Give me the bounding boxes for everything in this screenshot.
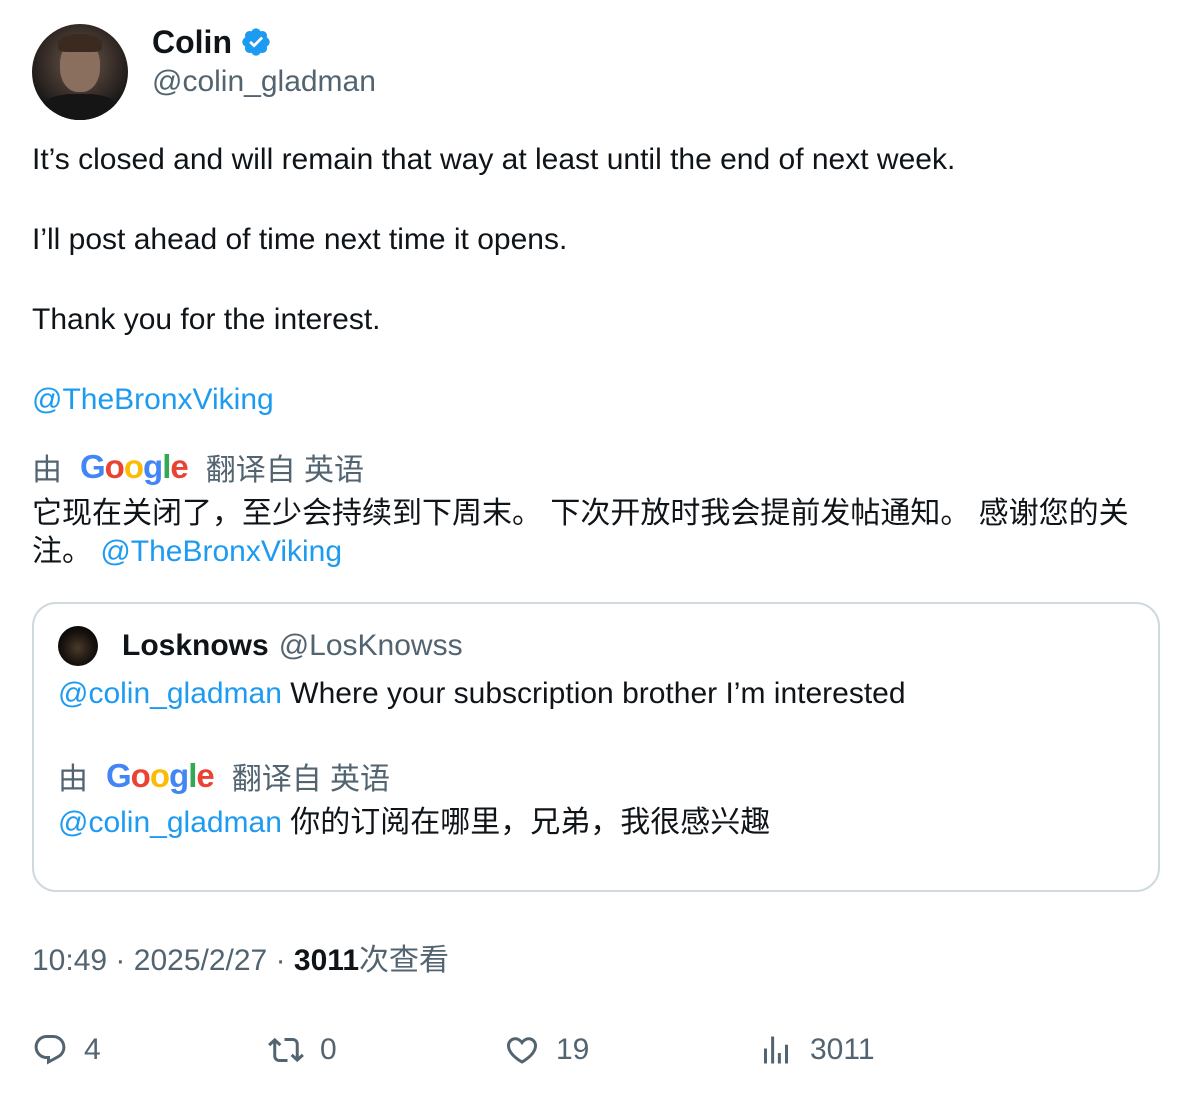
analytics-icon xyxy=(764,1036,788,1064)
reply-icon xyxy=(34,1035,66,1065)
mention-link[interactable]: @TheBronxViking xyxy=(100,535,342,568)
quote-display-name[interactable]: Losknows xyxy=(122,629,269,663)
tweet-text: It’s closed and will remain that way at … xyxy=(32,140,1162,420)
author-display-name[interactable]: Colin xyxy=(152,24,232,60)
views-button[interactable]: 3011 xyxy=(758,1028,875,1072)
translated-text: 它现在关闭了，至少会持续到下周末。 下次开放时我会提前发帖通知。 感谢您的关注。… xyxy=(32,495,1162,571)
views-action-count: 3011 xyxy=(810,1033,875,1066)
views-count: 3011 xyxy=(293,944,360,977)
tweet-paragraph: It’s closed and will remain that way at … xyxy=(32,143,956,176)
author-handle[interactable]: @colin_gladman xyxy=(152,60,376,104)
tweet-date[interactable]: 2025/2/27 xyxy=(134,944,267,977)
tweet-paragraph: Thank you for the interest. xyxy=(32,303,381,336)
quoted-tweet[interactable]: Losknows @LosKnowss @colin_gladman Where… xyxy=(32,602,1160,892)
retweet-button[interactable]: 0 xyxy=(268,1028,337,1072)
mention-link[interactable]: @TheBronxViking xyxy=(32,383,274,416)
tweet-author: Colin @colin_gladman xyxy=(32,24,376,120)
tweet-time[interactable]: 10:49 xyxy=(32,944,107,977)
reply-count: 4 xyxy=(84,1033,101,1066)
quote-avatar[interactable] xyxy=(58,626,98,666)
like-count: 19 xyxy=(556,1033,590,1066)
quote-handle[interactable]: @LosKnowss xyxy=(279,629,463,663)
google-logo[interactable]: Google xyxy=(106,757,215,795)
reply-button[interactable]: 4 xyxy=(32,1028,101,1072)
retweet-count: 0 xyxy=(320,1033,337,1066)
translated-by-prefix: 由 xyxy=(58,763,88,796)
translated-by-suffix: 翻译自 英语 xyxy=(231,763,391,796)
quote-translated-text-body: 你的订阅在哪里，兄弟，我很感兴趣 xyxy=(290,806,771,839)
mention-link[interactable]: @colin_gladman xyxy=(58,806,282,839)
meta-separator: · xyxy=(275,944,286,977)
author-avatar[interactable] xyxy=(32,24,128,120)
translation-block: 由 Google 翻译自 英语 它现在关闭了，至少会持续到下周末。 下次开放时我… xyxy=(32,447,1162,571)
tweet-paragraph: I’ll post ahead of time next time it ope… xyxy=(32,223,568,256)
quote-text: @colin_gladman Where your subscription b… xyxy=(58,674,906,714)
heart-icon xyxy=(506,1037,538,1064)
translated-by-suffix: 翻译自 英语 xyxy=(205,454,365,487)
quote-translation-block: 由 Google 翻译自 英语 @colin_gladman 你的订阅在哪里，兄… xyxy=(58,756,770,842)
meta-separator: · xyxy=(115,944,126,977)
google-logo[interactable]: Google xyxy=(80,448,189,486)
tweet-meta: 10:49 · 2025/2/27 · 3011次查看 xyxy=(32,941,449,981)
verified-badge-icon xyxy=(242,28,270,56)
retweet-icon xyxy=(268,1037,304,1063)
translated-by: 由 Google 翻译自 英语 xyxy=(32,447,1162,487)
quote-translated-text: @colin_gladman 你的订阅在哪里，兄弟，我很感兴趣 xyxy=(58,804,770,842)
action-bar: 4 0 19 3011 xyxy=(32,1028,1162,1072)
mention-link[interactable]: @colin_gladman xyxy=(58,677,282,710)
translated-by: 由 Google 翻译自 英语 xyxy=(58,756,770,796)
like-button[interactable]: 19 xyxy=(504,1028,589,1072)
views-label: 次查看 xyxy=(359,944,450,977)
quote-text-body: Where your subscription brother I’m inte… xyxy=(290,677,906,710)
translated-by-prefix: 由 xyxy=(32,454,62,487)
